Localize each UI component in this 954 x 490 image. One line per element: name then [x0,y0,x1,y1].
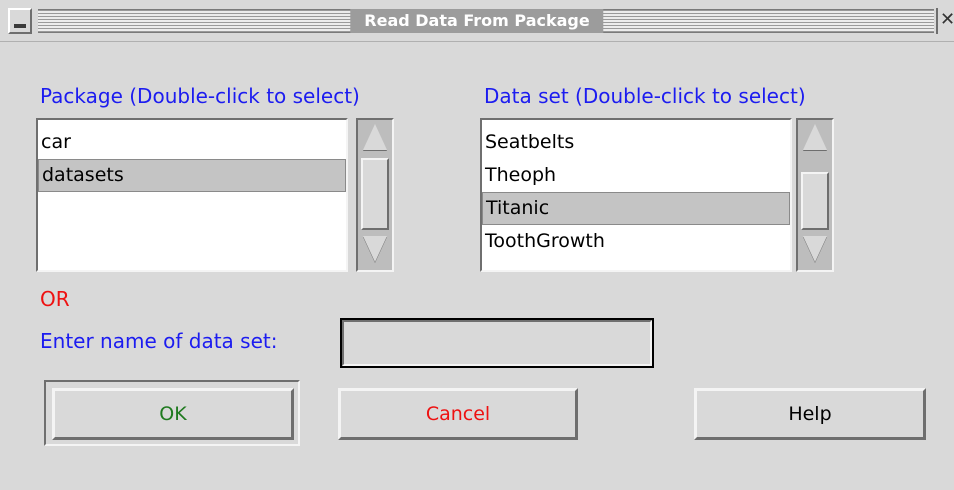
package-list-label: Package (Double-click to select) [40,84,360,108]
scroll-down-arrow-icon[interactable] [363,236,387,262]
package-item-datasets[interactable]: datasets [38,159,346,192]
help-button[interactable]: Help [694,388,926,440]
dataset-item-seatbelts[interactable]: Seatbelts [482,126,790,159]
ok-button[interactable]: OK [52,388,294,440]
or-label: OR [40,287,70,311]
window-menu-icon [14,24,26,28]
dataset-scrollbar[interactable] [796,118,834,272]
close-button[interactable]: ✕ [936,8,954,34]
window-title: Read Data From Package [350,9,604,33]
window-menu-button[interactable] [8,8,32,34]
dataset-scroll-thumb[interactable] [801,172,829,230]
scroll-up-arrow-icon[interactable] [803,124,827,150]
scroll-up-arrow-icon[interactable] [363,124,387,150]
dataset-item-toothgrowth[interactable]: ToothGrowth [482,225,790,258]
package-scrollbar[interactable] [356,118,394,272]
dataset-name-input-frame [340,318,654,368]
dataset-name-input[interactable] [342,320,652,366]
dataset-listbox[interactable]: Seatbelts Theoph Titanic ToothGrowth [480,118,792,272]
cancel-button[interactable]: Cancel [338,388,578,440]
package-item-car[interactable]: car [38,126,346,159]
dataset-item-titanic[interactable]: Titanic [482,192,790,225]
scroll-down-arrow-icon[interactable] [803,236,827,262]
package-scroll-thumb[interactable] [361,158,389,230]
dataset-item-theoph[interactable]: Theoph [482,159,790,192]
package-listbox[interactable]: car datasets [36,118,348,272]
entry-label: Enter name of data set: [40,329,278,353]
close-icon: ✕ [940,9,954,30]
title-bar[interactable]: Read Data From Package ✕ [0,0,954,42]
dataset-list-label: Data set (Double-click to select) [484,84,806,108]
